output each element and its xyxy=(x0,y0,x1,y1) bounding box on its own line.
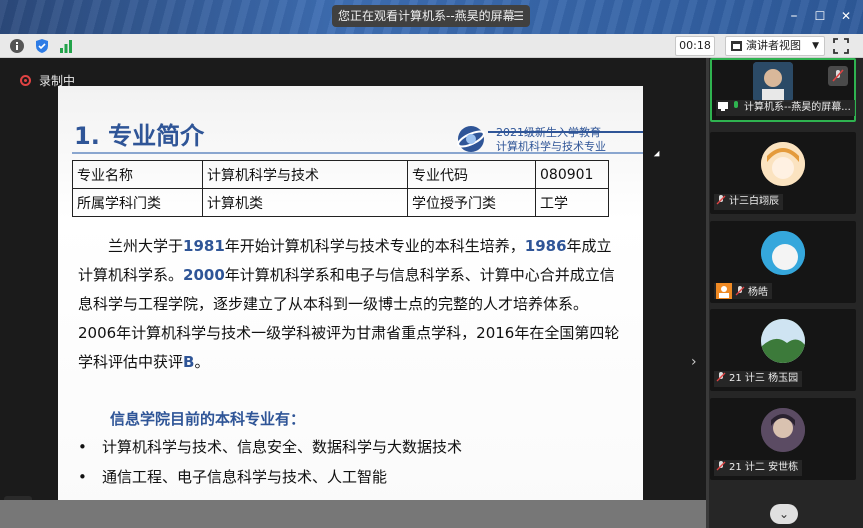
table-cell: 080901 xyxy=(535,160,609,189)
cartoon-avatar-icon xyxy=(761,142,805,186)
fullscreen-icon[interactable] xyxy=(832,37,850,55)
shield-icon[interactable] xyxy=(34,38,50,54)
mic-muted-icon xyxy=(716,372,726,382)
participant-name: 计算机系--燕昊的屏幕... xyxy=(744,102,851,113)
chevron-right-icon[interactable]: › xyxy=(691,354,697,370)
participant-label: 21 计二 安世栋 xyxy=(714,460,803,476)
screen-share-icon xyxy=(718,102,728,111)
mouse-cursor-icon xyxy=(653,150,663,160)
para-highlight: B xyxy=(183,353,195,371)
table-cell: 工学 xyxy=(535,188,609,217)
event-label-line2: 计算机科学与技术专业 xyxy=(496,140,606,153)
intro-paragraph: 兰州大学于1981年开始计算机科学与技术专业的本科生培养，1986年成立计算机科… xyxy=(78,232,626,377)
university-logo-icon xyxy=(457,126,485,152)
participant-name: 杨皓 xyxy=(748,287,768,298)
chevron-down-icon: ⌄ xyxy=(778,507,790,521)
list-item: 计算机科学与技术、信息安全、数据科学与大数据技术 xyxy=(78,432,462,462)
participant-label: 计算机系--燕昊的屏幕... xyxy=(716,100,855,116)
table-cell: 所属学科门类 xyxy=(72,188,203,217)
cartoon-avatar-icon xyxy=(761,231,805,275)
participant-tile[interactable]: 杨皓 xyxy=(710,221,856,303)
presentation-slide: 1. 专业简介 2021级新生入学教育 计算机科学与技术专业 专业名称 计算机科… xyxy=(58,86,643,528)
mic-icon xyxy=(734,101,738,108)
mic-muted-icon xyxy=(735,286,745,296)
participant-tile[interactable]: 计三白翊辰 xyxy=(710,132,856,214)
table-cell: 计算机科学与技术 xyxy=(202,160,408,189)
landscape-avatar-icon xyxy=(761,319,805,363)
minimize-button[interactable]: – xyxy=(786,8,802,24)
para-highlight: 1981 xyxy=(183,237,225,255)
para-text: 年开始计算机科学与技术专业的本科生培养， xyxy=(224,237,525,255)
table-cell: 专业代码 xyxy=(407,160,536,189)
avatar xyxy=(761,319,805,363)
bottom-bar xyxy=(0,500,706,528)
presenter-view-icon xyxy=(731,41,742,51)
participant-name: 21 计二 安世栋 xyxy=(729,462,799,473)
presenter-view-dropdown[interactable]: 演讲者视图 ▼ xyxy=(725,36,825,56)
participant-label: 杨皓 xyxy=(714,283,772,299)
para-highlight: 2000 xyxy=(183,266,225,284)
participant-name: 21 计三 杨玉园 xyxy=(729,373,799,384)
meeting-toolbar: 00:18 演讲者视图 ▼ xyxy=(0,34,863,58)
menu-icon[interactable]: ☰ xyxy=(513,5,524,27)
majors-subheading: 信息学院目前的本科专业有： xyxy=(110,410,306,428)
para-highlight: 1986 xyxy=(524,237,567,255)
list-item: 通信工程、电子信息科学与技术、人工智能 xyxy=(78,462,462,492)
major-info-table: 专业名称 计算机科学与技术 专业代码 080901 所属学科门类 计算机类 学位… xyxy=(72,160,609,217)
person-photo-icon xyxy=(753,62,793,102)
record-icon xyxy=(20,75,31,86)
info-icon[interactable] xyxy=(9,38,25,54)
avatar xyxy=(761,231,805,275)
person-icon xyxy=(716,283,732,299)
avatar xyxy=(753,62,793,102)
avatar xyxy=(761,408,805,452)
slide-title: 1. 专业简介 xyxy=(74,122,205,150)
event-label: 2021级新生入学教育 计算机科学与技术专业 xyxy=(496,126,606,154)
presenter-view-label: 演讲者视图 xyxy=(746,39,801,52)
shared-screen-area: 录制中 1. 专业简介 2021级新生入学教育 计算机科学与技术专业 专业名称 … xyxy=(0,58,706,528)
majors-list: 计算机科学与技术、信息安全、数据科学与大数据技术 通信工程、电子信息科学与技术、… xyxy=(78,432,462,492)
table-row: 专业名称 计算机科学与技术 专业代码 080901 xyxy=(72,160,609,189)
para-text: 兰州大学于 xyxy=(108,237,184,255)
participant-tile[interactable]: 21 计二 安世栋 xyxy=(710,398,856,480)
meeting-timer: 00:18 xyxy=(675,36,715,56)
mic-muted-icon xyxy=(716,195,726,205)
para-text: 。 xyxy=(194,353,210,371)
window-titlebar: 您正在观看计算机系--燕昊的屏幕 ☰ – ☐ ✕ xyxy=(0,0,863,34)
portrait-avatar-icon xyxy=(761,408,805,452)
signal-strength-icon[interactable] xyxy=(58,38,74,54)
participant-tile[interactable]: 计算机系--燕昊的屏幕... xyxy=(710,58,856,122)
mic-muted-icon[interactable] xyxy=(828,66,848,86)
participant-name: 计三白翊辰 xyxy=(729,196,779,207)
table-cell: 专业名称 xyxy=(72,160,203,189)
window-title: 您正在观看计算机系--燕昊的屏幕 xyxy=(338,9,515,23)
event-label-line1: 2021级新生入学教育 xyxy=(496,126,601,139)
close-button[interactable]: ✕ xyxy=(838,8,854,24)
chevron-down-icon: ▼ xyxy=(812,41,819,51)
participant-label: 计三白翊辰 xyxy=(714,194,783,210)
table-row: 所属学科门类 计算机类 学位授予门类 工学 xyxy=(72,188,609,217)
mic-muted-icon xyxy=(716,461,726,471)
table-cell: 计算机类 xyxy=(202,188,408,217)
avatar xyxy=(761,142,805,186)
participant-label: 21 计三 杨玉园 xyxy=(714,371,803,387)
scroll-down-button[interactable]: ⌄ xyxy=(770,504,798,524)
table-cell: 学位授予门类 xyxy=(407,188,536,217)
maximize-button[interactable]: ☐ xyxy=(812,8,828,24)
participant-tile[interactable]: 21 计三 杨玉园 xyxy=(710,309,856,391)
viewing-title-pill[interactable]: 您正在观看计算机系--燕昊的屏幕 ☰ xyxy=(332,5,530,27)
